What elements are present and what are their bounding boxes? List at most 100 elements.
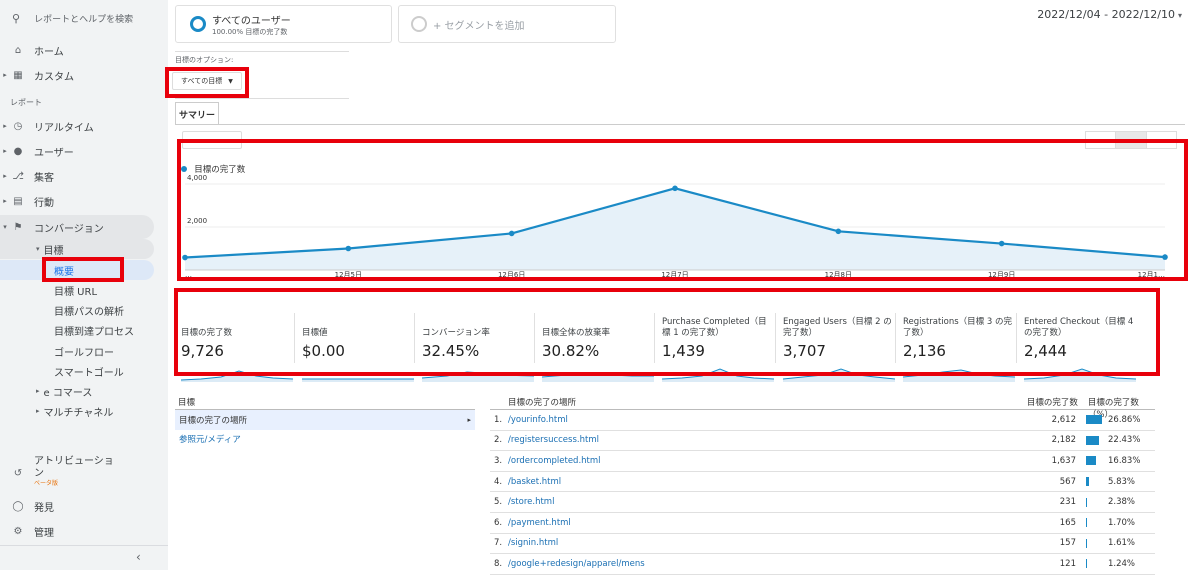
data-point[interactable] [508,230,515,237]
data-point[interactable] [345,245,352,252]
sidebar-item-custom[interactable]: ▸ ▦ カスタム [0,67,168,83]
sidebar-item-goals[interactable]: ▾ 目標 [0,239,154,259]
goal-location-link[interactable]: /yourinfo.html [508,415,568,425]
collapse-chevron-icon[interactable]: ‹ [136,550,141,564]
metric-selector[interactable] [182,131,242,149]
goal-location-link[interactable]: /google+redesign/apparel/mens [508,559,645,569]
sidebar-item-home[interactable]: ⌂ ホーム [0,42,168,58]
sidebar-item-overview[interactable]: 概要 [0,260,154,280]
row-percent: 1.24% [1108,558,1136,569]
goal-location-link[interactable]: /ordercompleted.html [508,456,601,466]
row-count: 165 [1059,517,1076,528]
metric-tile[interactable]: 目標全体の放棄率 30.82% [542,315,654,382]
metric-tile[interactable]: コンバージョン率 32.45% [422,315,534,382]
interval-month[interactable] [1147,132,1176,148]
metric-value: 32.45% [422,342,480,360]
percent-bar [1086,415,1102,425]
metric-tile[interactable]: Registrations（目標 3 の完了数） 2,136 [903,315,1015,382]
metric-sparkline [783,368,895,382]
goal-location-link[interactable]: /store.html [508,497,554,507]
row-count: 157 [1059,538,1076,549]
metric-sparkline [542,373,654,382]
percent-bar [1086,435,1099,445]
data-point[interactable] [182,254,188,261]
metric-tile[interactable]: 目標値 $0.00 [302,315,414,382]
percent-bar [1086,538,1087,548]
beta-badge: ベータ版 [34,480,59,487]
divider [175,51,349,52]
sidebar-item-conversion[interactable]: ▾ ⚑ コンバージョン [0,215,154,239]
sidebar-item-attribution[interactable]: ↺ アトリビューショ ン ベータ版 [0,456,168,492]
goal-location-link[interactable]: /basket.html [508,477,561,487]
sidebar: ⚲ レポートとヘルプを検索 ⌂ ホーム ▸ ▦ カスタム レポート ▸ ◷ リアルタ… [0,0,168,570]
dimension-goal-location[interactable]: 目標の完了の場所 ▸ [175,410,475,430]
data-point[interactable] [835,228,842,235]
interval-week[interactable] [1116,132,1147,148]
segment-all-users[interactable]: すべてのユーザー 100.00% 目標の完了数 [175,5,392,43]
sidebar-item-goal-url[interactable]: 目標 URL [0,282,168,298]
dimension-source-medium[interactable]: 参照元/メディア [175,430,475,448]
search-box[interactable]: ⚲ レポートとヘルプを検索 [0,0,168,36]
row-count: 2,612 [1051,414,1076,425]
goal-location-link[interactable]: /signin.html [508,538,558,548]
row-number: 8. [494,558,503,569]
row-count: 1,637 [1051,455,1076,466]
row-percent: 2.38% [1108,497,1136,508]
sidebar-divider [0,545,168,546]
dashboard-icon: ▦ [13,69,23,81]
x-tick-label: 12月9日 [988,271,1015,279]
sidebar-item-acquisition[interactable]: ▸ ⎇ 集客 [0,168,168,184]
data-point[interactable] [998,240,1005,247]
x-tick-label: 12月6日 [498,271,525,279]
segment-subtitle: 100.00% 目標の完了数 [212,27,288,36]
tab-summary[interactable]: サマリー [175,102,219,125]
row-count: 231 [1059,497,1076,508]
row-percent: 5.83% [1108,476,1136,487]
sidebar-item-ecommerce[interactable]: ▸ e コマース [0,383,168,399]
data-point[interactable] [672,185,678,192]
interval-day[interactable] [1086,132,1117,148]
chevron-right-icon: ▸ [3,197,7,205]
row-number: 4. [494,476,503,487]
sidebar-item-realtime[interactable]: ▸ ◷ リアルタイム [0,118,168,134]
percent-bar [1086,518,1087,528]
goal-option-select[interactable]: すべての目標 ▼ [172,72,242,90]
sidebar-item-users[interactable]: ▸ ● ユーザー [0,143,168,159]
row-number: 6. [494,517,503,528]
metric-divider [895,313,896,363]
metric-tile[interactable]: 目標の完了数 9,726 [181,315,293,382]
goal-completions-chart: 4,000 2,000 … 12月5日 12月6日 12月7日 12月8日 12月9日 12月1… [182,174,1168,279]
metric-title: Engaged Users（目標 2 の完了数） [783,317,892,338]
sidebar-item-smart-goal[interactable]: スマートゴール [0,363,168,379]
sidebar-item-discover[interactable]: ◯ 発見 [0,498,168,514]
chevron-down-icon: ▾ [3,223,7,231]
row-number: 1. [494,414,503,425]
goal-location-link[interactable]: /registersuccess.html [508,435,599,445]
percent-bar [1086,559,1087,569]
metric-value: $0.00 [302,342,345,360]
chart-area [185,188,1165,270]
date-range-picker[interactable]: 2022/12/04 - 2022/12/10 ▾ [1037,8,1182,21]
sidebar-item-admin[interactable]: ⚙ 管理 [0,523,168,539]
sidebar-item-goal-process[interactable]: 目標到達プロセス [0,322,168,338]
sidebar-item-multichannel[interactable]: ▸ マルチチャネル [0,403,168,419]
row-percent: 1.70% [1108,517,1136,528]
row-percent: 1.61% [1108,538,1136,549]
add-segment-button[interactable]: + セグメントを追加 [398,5,616,43]
sidebar-item-goal-flow[interactable]: ゴールフロー [0,343,168,359]
goal-location-link[interactable]: /payment.html [508,518,571,528]
table-row: 6. /payment.html 165 1.70% [490,513,1155,534]
table-body: 1. /yourinfo.html 2,612 26.86% 2. /registersu… [490,410,1155,575]
metric-tile[interactable]: Purchase Completed（目標 1 の完了数） 1,439 [662,315,774,382]
metric-sparkline [181,370,293,382]
sidebar-item-goal-path[interactable]: 目標パスの解析 [0,302,168,318]
data-point[interactable] [1162,254,1168,260]
chevron-right-icon: ▸ [467,416,471,424]
chart-interval-toggle[interactable] [1085,131,1177,149]
row-percent: 26.86% [1108,414,1141,425]
dimension-header: 目標 [175,396,475,410]
sidebar-item-behavior[interactable]: ▸ ▤ 行動 [0,193,168,209]
metric-tile[interactable]: Engaged Users（目標 2 の完了数） 3,707 [783,315,895,382]
metric-tile[interactable]: Entered Checkout（目標 4 の完了数） 2,444 [1024,315,1136,382]
metric-divider [775,313,776,363]
